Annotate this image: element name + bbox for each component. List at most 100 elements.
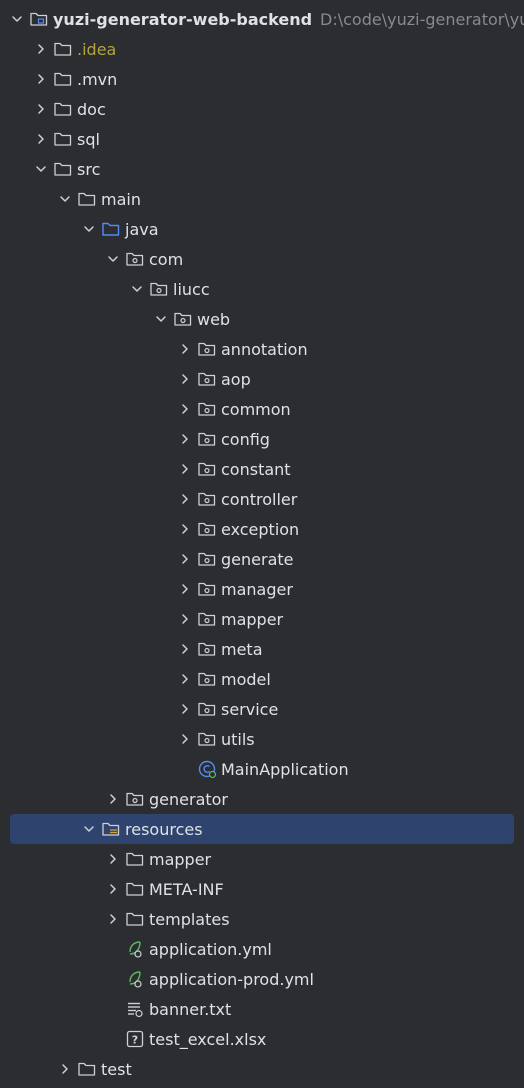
- chevron-right-icon[interactable]: [173, 634, 197, 664]
- tree-item[interactable]: model: [0, 664, 524, 694]
- tree-item[interactable]: mapper: [0, 604, 524, 634]
- tree-item[interactable]: generate: [0, 544, 524, 574]
- tree-item[interactable]: generator: [0, 784, 524, 814]
- chevron-right-icon[interactable]: [173, 364, 197, 394]
- tree-item-label: test_excel.xlsx: [149, 1029, 267, 1049]
- tree-item[interactable]: src: [0, 154, 524, 184]
- tree-item-label: .idea: [77, 39, 117, 59]
- chevron-right-icon[interactable]: [173, 664, 197, 694]
- tree-item-label: resources: [125, 819, 203, 839]
- tree-item[interactable]: web: [0, 304, 524, 334]
- chevron-down-icon[interactable]: [29, 154, 53, 184]
- chevron-right-icon[interactable]: [173, 454, 197, 484]
- tree-item[interactable]: application-prod.yml: [0, 964, 524, 994]
- tree-item[interactable]: .idea: [0, 34, 524, 64]
- tree-item-label: web: [197, 309, 231, 329]
- package-icon: [197, 699, 219, 719]
- package-icon: [197, 429, 219, 449]
- tree-item[interactable]: mapper: [0, 844, 524, 874]
- tree-item[interactable]: yuzi-generator-web-backend D:\code\yuzi-g…: [0, 4, 524, 34]
- tree-item-label: doc: [77, 99, 106, 119]
- chevron-right-icon[interactable]: [101, 904, 125, 934]
- chevron-right-icon[interactable]: [173, 604, 197, 634]
- tree-item[interactable]: META-INF: [0, 874, 524, 904]
- tree-item[interactable]: application.yml: [0, 934, 524, 964]
- tree-item-label: src: [77, 159, 101, 179]
- chevron-right-icon[interactable]: [173, 484, 197, 514]
- chevron-right-icon[interactable]: [173, 544, 197, 574]
- tree-item-label: META-INF: [149, 879, 224, 899]
- package-icon: [197, 459, 219, 479]
- chevron-right-icon[interactable]: [101, 874, 125, 904]
- tree-item[interactable]: meta: [0, 634, 524, 664]
- tree-item[interactable]: MainApplication: [0, 754, 524, 784]
- chevron-right-icon[interactable]: [173, 334, 197, 364]
- tree-item[interactable]: manager: [0, 574, 524, 604]
- tree-item[interactable]: exception: [0, 514, 524, 544]
- chevron-right-icon[interactable]: [173, 724, 197, 754]
- spring-yml-icon: [125, 969, 147, 989]
- tree-item[interactable]: annotation: [0, 334, 524, 364]
- tree-item[interactable]: templates: [0, 904, 524, 934]
- package-icon: [197, 339, 219, 359]
- chevron-right-icon[interactable]: [29, 64, 53, 94]
- chevron-down-icon[interactable]: [53, 184, 77, 214]
- chevron-down-icon[interactable]: [5, 4, 29, 34]
- tree-item-label: manager: [221, 579, 293, 599]
- chevron-right-icon[interactable]: [173, 694, 197, 724]
- package-icon: [197, 639, 219, 659]
- tree-item[interactable]: constant: [0, 454, 524, 484]
- tree-item[interactable]: liucc: [0, 274, 524, 304]
- tree-item[interactable]: service: [0, 694, 524, 724]
- chevron-right-icon[interactable]: [53, 1054, 77, 1084]
- chevron-right-icon[interactable]: [173, 514, 197, 544]
- tree-item-label: config: [221, 429, 270, 449]
- tree-item[interactable]: doc: [0, 94, 524, 124]
- tree-item[interactable]: controller: [0, 484, 524, 514]
- folder-icon: [125, 849, 147, 869]
- tree-item[interactable]: .mvn: [0, 64, 524, 94]
- spring-class-icon: [197, 759, 219, 779]
- package-icon: [197, 609, 219, 629]
- chevron-right-icon[interactable]: [173, 424, 197, 454]
- chevron-right-icon[interactable]: [29, 34, 53, 64]
- chevron-right-icon[interactable]: [29, 94, 53, 124]
- folder-icon: [53, 99, 75, 119]
- chevron-down-icon[interactable]: [77, 214, 101, 244]
- folder-icon: [125, 879, 147, 899]
- tree-item[interactable]: config: [0, 424, 524, 454]
- tree-item[interactable]: test: [0, 1054, 524, 1084]
- tree-item-label: application.yml: [149, 939, 272, 959]
- project-tree: yuzi-generator-web-backend D:\code\yuzi-g…: [0, 0, 524, 1088]
- chevron-right-icon[interactable]: [173, 574, 197, 604]
- chevron-down-icon[interactable]: [101, 244, 125, 274]
- package-icon: [125, 789, 147, 809]
- package-icon: [173, 309, 195, 329]
- package-icon: [197, 399, 219, 419]
- tree-item[interactable]: java: [0, 214, 524, 244]
- tree-item[interactable]: main: [0, 184, 524, 214]
- tree-item[interactable]: resources: [10, 814, 514, 844]
- tree-item[interactable]: sql: [0, 124, 524, 154]
- tree-item-label: liucc: [173, 279, 210, 299]
- tree-item[interactable]: common: [0, 394, 524, 424]
- tree-item-label: service: [221, 699, 279, 719]
- chevron-right-icon[interactable]: [29, 124, 53, 154]
- folder-icon: [77, 1059, 99, 1079]
- chevron-right-icon[interactable]: [101, 784, 125, 814]
- tree-item[interactable]: utils: [0, 724, 524, 754]
- tree-item-label: model: [221, 669, 271, 689]
- chevron-down-icon[interactable]: [149, 304, 173, 334]
- tree-item[interactable]: com: [0, 244, 524, 274]
- resources-folder-icon: [101, 819, 123, 839]
- package-icon: [197, 549, 219, 569]
- chevron-down-icon[interactable]: [77, 814, 101, 844]
- tree-item[interactable]: ? test_excel.xlsx: [0, 1024, 524, 1054]
- tree-item[interactable]: aop: [0, 364, 524, 394]
- folder-icon: [53, 159, 75, 179]
- chevron-right-icon[interactable]: [101, 844, 125, 874]
- chevron-down-icon[interactable]: [125, 274, 149, 304]
- tree-item[interactable]: banner.txt: [0, 994, 524, 1024]
- package-icon: [197, 489, 219, 509]
- chevron-right-icon[interactable]: [173, 394, 197, 424]
